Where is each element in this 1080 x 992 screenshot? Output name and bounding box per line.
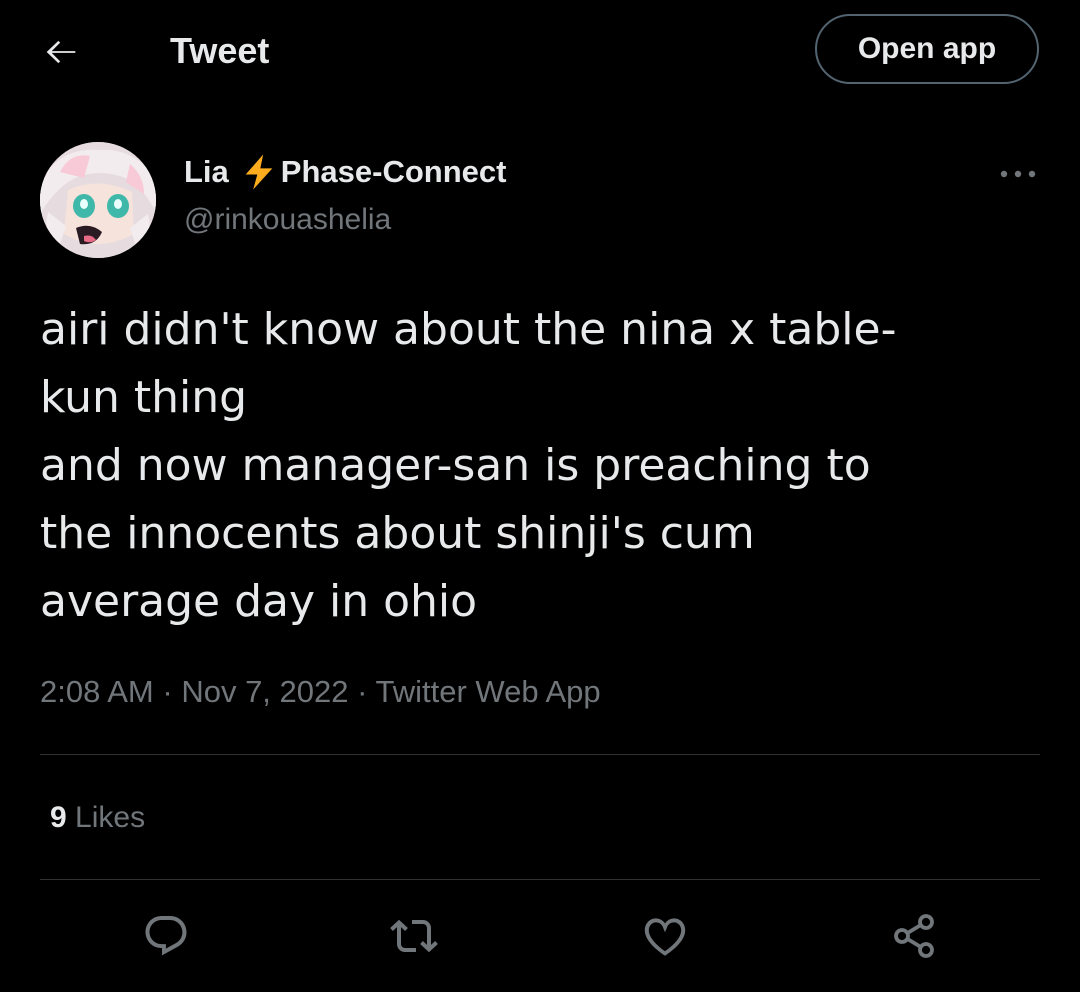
page-title: Tweet [170, 30, 270, 71]
retweet-icon [390, 919, 438, 953]
top-bar: Tweet Open app [0, 0, 1080, 104]
author-name[interactable]: Lia Phase-Connect [184, 152, 506, 192]
meta-separator: · [162, 674, 173, 709]
display-name: Lia [184, 154, 229, 189]
divider [40, 879, 1040, 880]
affiliation: Phase-Connect [280, 154, 507, 189]
tweet-line: airi didn't know about the nina x table- [40, 304, 897, 355]
tweet-line: kun thing [40, 372, 248, 423]
tweet-line: and now manager-san is preaching to [40, 440, 871, 491]
reply-icon [145, 916, 187, 956]
tweet-line: the innocents about shinji's cum [40, 508, 755, 559]
share-button[interactable] [888, 910, 940, 962]
likes-count: 9 [50, 801, 67, 834]
tweet-time: 2:08 AM [40, 674, 154, 709]
reply-button[interactable] [140, 910, 192, 962]
like-icon [644, 918, 686, 956]
likes-label: Likes [75, 801, 146, 834]
author-handle[interactable]: @rinkouashelia [184, 201, 391, 239]
divider [40, 754, 1040, 755]
avatar-image [40, 142, 156, 258]
meta-separator: · [357, 674, 368, 709]
tweet-metadata: 2:08 AM · Nov 7, 2022 · Twitter Web App [40, 672, 601, 712]
likes-stat[interactable]: 9 Likes [50, 798, 145, 838]
share-icon [894, 914, 934, 958]
tweet-date: Nov 7, 2022 [181, 674, 349, 709]
avatar[interactable] [40, 142, 156, 258]
arrow-left-icon [46, 40, 76, 64]
more-options-button[interactable] [994, 156, 1042, 192]
tweet-line: average day in ohio [40, 576, 478, 627]
back-button[interactable] [38, 28, 86, 76]
like-button[interactable] [639, 910, 691, 962]
tweet-source[interactable]: Twitter Web App [376, 674, 601, 709]
more-horizontal-icon [1000, 170, 1036, 178]
retweet-button[interactable] [388, 910, 440, 962]
lightning-bolt-icon [239, 152, 279, 192]
open-app-button[interactable]: Open app [815, 14, 1039, 84]
tweet-text: airi didn't know about the nina x table-… [40, 296, 1030, 636]
